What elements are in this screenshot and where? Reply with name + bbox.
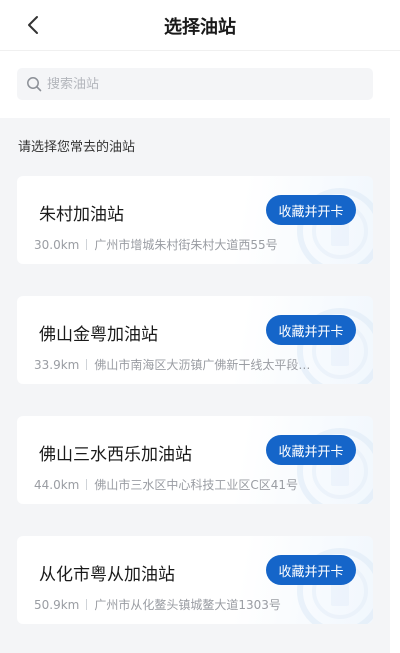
station-name: 佛山三水西乐加油站 xyxy=(39,445,192,465)
page-title: 选择油站 xyxy=(164,17,236,38)
station-meta: 30.0km 广州市增城朱村街朱村大道西55号 xyxy=(34,236,278,253)
station-distance: 44.0km xyxy=(34,477,80,492)
header-divider xyxy=(0,50,400,51)
favorite-and-open-card-button[interactable]: 收藏并开卡 xyxy=(266,555,356,585)
search-box[interactable] xyxy=(17,68,373,100)
station-meta: 33.9km 佛山市南海区大沥镇广佛新干线太平段… xyxy=(34,356,310,373)
station-address: 佛山市三水区中心科技工业区C区41号 xyxy=(94,478,299,492)
station-distance: 50.9km xyxy=(34,597,80,612)
station-card[interactable]: 朱村加油站 30.0km 广州市增城朱村街朱村大道西55号 收藏并开卡 xyxy=(17,176,373,264)
station-name: 朱村加油站 xyxy=(39,205,124,225)
station-meta: 50.9km 广州市从化鳌头镇城鳌大道1303号 xyxy=(34,596,281,613)
search-input[interactable] xyxy=(47,76,347,92)
station-card[interactable]: 佛山三水西乐加油站 44.0km 佛山市三水区中心科技工业区C区41号 收藏并开… xyxy=(17,416,373,504)
meta-divider xyxy=(86,479,88,490)
station-address: 广州市增城朱村街朱村大道西55号 xyxy=(94,238,278,252)
station-list-section: 请选择您常去的油站 朱村加油站 30.0km 广州市增城朱村街朱村大道西55号 … xyxy=(0,118,390,653)
station-meta: 44.0km 佛山市三水区中心科技工业区C区41号 xyxy=(34,476,298,493)
search-icon xyxy=(26,76,42,92)
header-bar: 选择油站 xyxy=(0,0,400,50)
station-distance: 30.0km xyxy=(34,237,80,252)
meta-divider xyxy=(86,359,88,370)
station-name: 佛山金粤加油站 xyxy=(39,325,158,345)
favorite-and-open-card-button[interactable]: 收藏并开卡 xyxy=(266,195,356,225)
meta-divider xyxy=(86,599,88,610)
station-address: 广州市从化鳌头镇城鳌大道1303号 xyxy=(94,598,281,612)
station-distance: 33.9km xyxy=(34,357,80,372)
station-card[interactable]: 佛山金粤加油站 33.9km 佛山市南海区大沥镇广佛新干线太平段… 收藏并开卡 xyxy=(17,296,373,384)
section-title: 请选择您常去的油站 xyxy=(18,140,136,155)
favorite-and-open-card-button[interactable]: 收藏并开卡 xyxy=(266,315,356,345)
station-address: 佛山市南海区大沥镇广佛新干线太平段… xyxy=(94,358,311,372)
meta-divider xyxy=(86,239,88,250)
station-name: 从化市粤从加油站 xyxy=(39,565,175,585)
favorite-and-open-card-button[interactable]: 收藏并开卡 xyxy=(266,435,356,465)
station-card[interactable]: 从化市粤从加油站 50.9km 广州市从化鳌头镇城鳌大道1303号 收藏并开卡 xyxy=(17,536,373,624)
